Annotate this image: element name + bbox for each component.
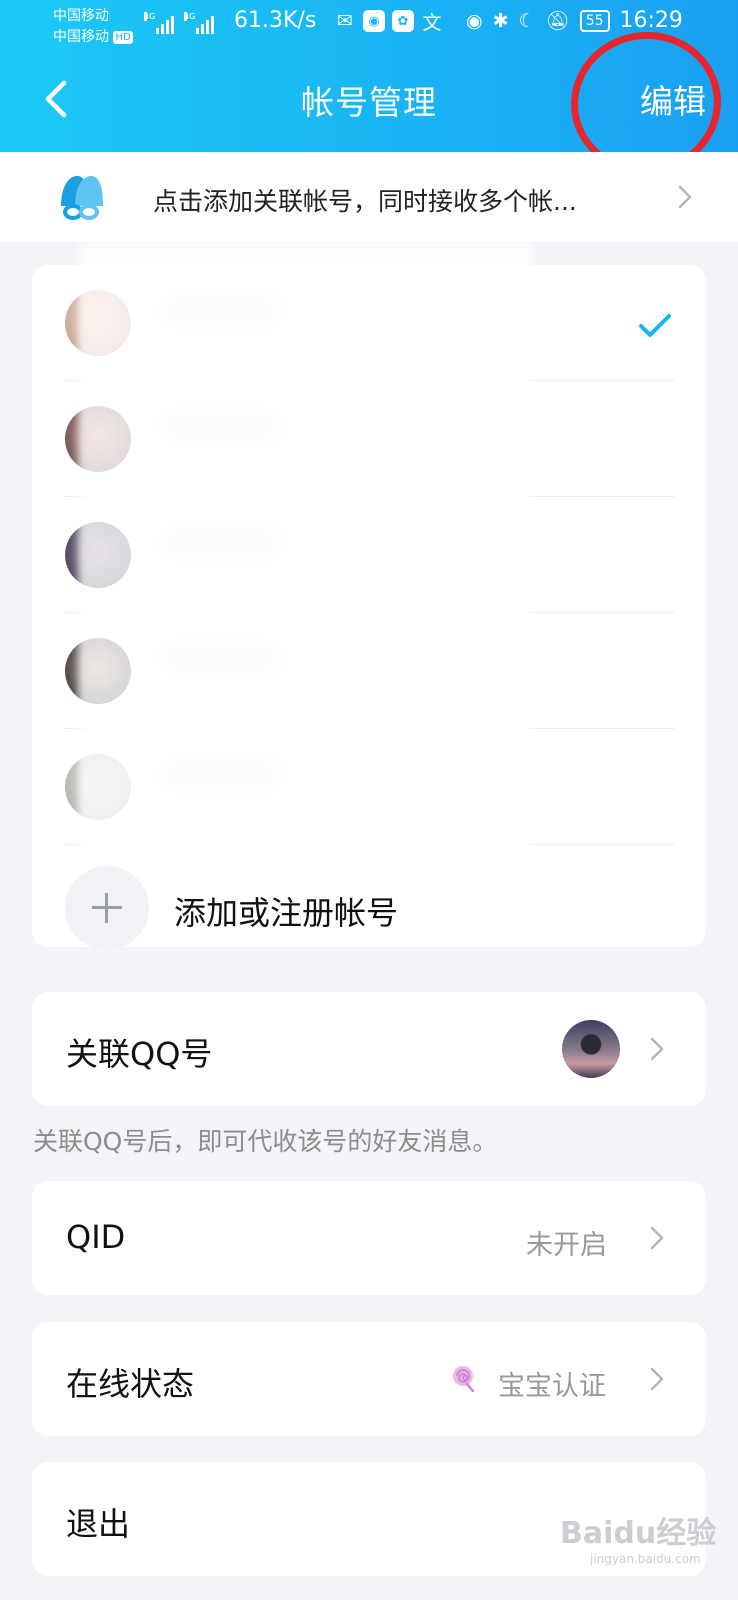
- watermark-url: jingyan.baidu.com: [590, 1552, 701, 1566]
- qid-label: QID: [66, 1218, 126, 1256]
- clock: 16:29: [619, 8, 683, 33]
- carrier-info: 中国移动 中国移动 HD: [53, 6, 133, 48]
- carrier-2: 中国移动: [53, 29, 109, 45]
- bluetooth-icon: ✱: [492, 9, 509, 32]
- linked-accounts-icon: [61, 176, 103, 220]
- carrier-1: 中国移动: [53, 8, 109, 24]
- logout-button[interactable]: 退出: [66, 1499, 130, 1545]
- signal-icon-2: 4G: [184, 12, 214, 34]
- baidu-paw-icon: ✿: [392, 10, 414, 32]
- add-linked-account-banner[interactable]: 点击添加关联帐号，同时接收多个帐...: [0, 152, 738, 242]
- network-type-2: 4G: [184, 12, 196, 21]
- check-icon: [639, 314, 671, 337]
- lollipop-icon: [453, 1366, 475, 1392]
- online-status-row[interactable]: 在线状态 宝宝认证: [32, 1322, 706, 1436]
- online-status-label: 在线状态: [66, 1365, 195, 1403]
- eye-icon: ◉: [466, 9, 483, 32]
- network-speed: 61.3K/s: [234, 8, 317, 33]
- avatar: [562, 1020, 620, 1078]
- baidu-watermark: Baidu经验 jingyan.baidu.com: [560, 1508, 716, 1566]
- moon-icon: ☾: [518, 9, 536, 32]
- add-account-button[interactable]: 添加或注册帐号: [174, 888, 398, 934]
- linked-qq-label: 关联QQ号: [66, 1035, 213, 1073]
- linked-qq-note: 关联QQ号后，即可代收该号的好友消息。: [33, 1127, 498, 1156]
- privacy-blur-overlay: [78, 244, 533, 852]
- title-bar: 中国移动 中国移动 HD 4G 4G 61.3K/s ✉ ◉ ✿ 文 ◉ ✱ ☾…: [0, 0, 738, 184]
- app-notification-icon: ◉: [363, 10, 385, 32]
- qid-row[interactable]: QID 未开启: [32, 1181, 706, 1295]
- qid-value: 未开启: [526, 1230, 607, 1261]
- system-status: ◉ ✱ ☾ 🔕︎ 55 16:29: [466, 8, 683, 33]
- watermark-text: Baidu经验: [560, 1516, 717, 1551]
- network-type-1: 4G: [144, 12, 156, 21]
- banner-text: 点击添加关联帐号，同时接收多个帐...: [153, 187, 577, 216]
- hd-badge: HD: [113, 30, 133, 44]
- chevron-right-icon: [678, 185, 692, 209]
- plus-icon[interactable]: [65, 866, 149, 950]
- notification-icons: ✉ ◉ ✿ 文: [334, 10, 443, 34]
- signal-icon: 4G: [144, 12, 174, 34]
- wechat-icon: ✉: [337, 10, 353, 32]
- mute-bell-icon: 🔕︎: [545, 10, 570, 32]
- chevron-right-icon: [650, 1226, 664, 1250]
- battery-icon: 55: [579, 9, 610, 32]
- translate-icon: 文: [422, 11, 442, 34]
- online-status-value: 宝宝认证: [498, 1371, 606, 1402]
- chevron-right-icon: [650, 1037, 664, 1061]
- chevron-right-icon: [650, 1367, 664, 1391]
